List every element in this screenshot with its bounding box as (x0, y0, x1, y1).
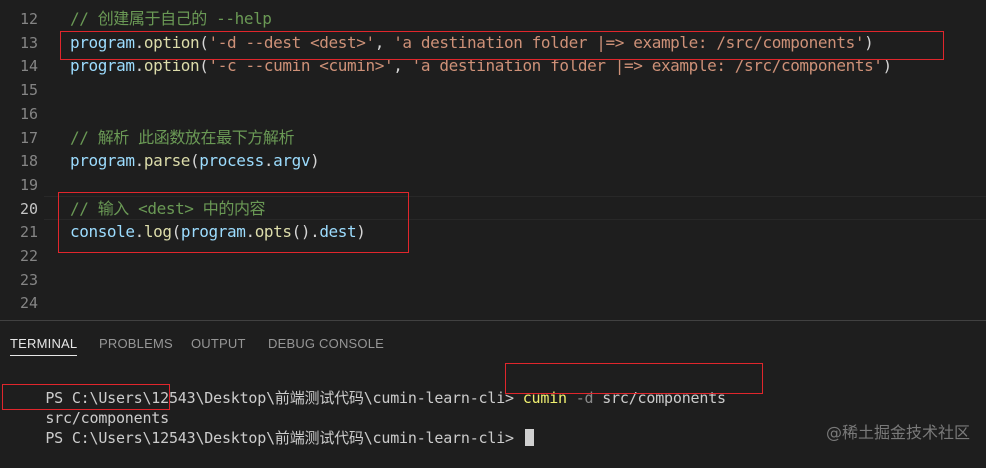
code-line[interactable]: 16 (0, 102, 986, 126)
code-line[interactable]: 23 (0, 268, 986, 292)
line-number: 20 (19, 199, 38, 218)
line-number: 19 (19, 175, 38, 194)
tab-problems[interactable]: PROBLEMS (99, 333, 173, 355)
highlight-box-output (2, 384, 170, 410)
highlight-box-option-line (60, 31, 944, 60)
terminal-cursor (524, 429, 534, 446)
code-text[interactable]: program.parse(process.argv) (70, 149, 320, 173)
code-token: . (134, 151, 145, 171)
line-number: 18 (19, 152, 38, 171)
line-number: 22 (19, 247, 38, 265)
line-number: 14 (19, 57, 38, 76)
line-number: 12 (19, 10, 38, 28)
line-number: 16 (19, 104, 38, 123)
code-token: ( (190, 151, 200, 171)
code-line[interactable]: 15 (0, 78, 986, 102)
code-text[interactable]: // 解析 此函数放在最下方解析 (70, 126, 295, 150)
code-token: parse (143, 151, 191, 171)
tab-terminal[interactable]: TERMINAL (10, 333, 78, 356)
code-line[interactable]: 24 (0, 291, 986, 315)
code-token: process (199, 151, 264, 171)
code-line[interactable]: 17 // 解析 此函数放在最下方解析 (0, 126, 986, 150)
tab-debug-console[interactable]: DEBUG CONSOLE (268, 333, 384, 355)
terminal-line-3[interactable]: PS C:\Users\12543\Desktop\前端测试代码\cumin-l… (10, 408, 534, 468)
line-number: 24 (19, 294, 38, 313)
code-token: ) (310, 151, 320, 171)
highlight-box-command (505, 363, 763, 394)
code-text[interactable]: // 创建属于自己的 --help (70, 7, 272, 31)
terminal-prompt-2: PS C:\Users\12543\Desktop\前端测试代码\cumin-l… (45, 429, 514, 447)
code-token: // 创建属于自己的 --help (70, 9, 272, 28)
line-number: 17 (19, 128, 38, 147)
line-number: 23 (19, 270, 38, 289)
code-token: argv (273, 151, 311, 171)
line-number: 15 (19, 81, 38, 100)
panel-tabs: TERMINAL PROBLEMS OUTPUT DEBUG CONSOLE (0, 333, 986, 357)
code-token: . (263, 151, 274, 171)
line-number: 21 (19, 223, 38, 242)
code-token: // 解析 此函数放在最下方解析 (70, 127, 295, 147)
line-number: 13 (19, 33, 38, 52)
tab-output[interactable]: OUTPUT (191, 333, 246, 355)
code-line[interactable]: 12 // 创建属于自己的 --help (0, 7, 986, 31)
watermark: @稀土掘金技术社区 (825, 423, 970, 442)
highlight-box-console-log (58, 192, 409, 253)
code-editor[interactable]: 12// 创建属于自己的 --help 13 program.option('-d … (0, 0, 986, 320)
code-line[interactable]: 18 program.parse(process.argv) (0, 149, 986, 173)
code-token: program (70, 151, 135, 171)
